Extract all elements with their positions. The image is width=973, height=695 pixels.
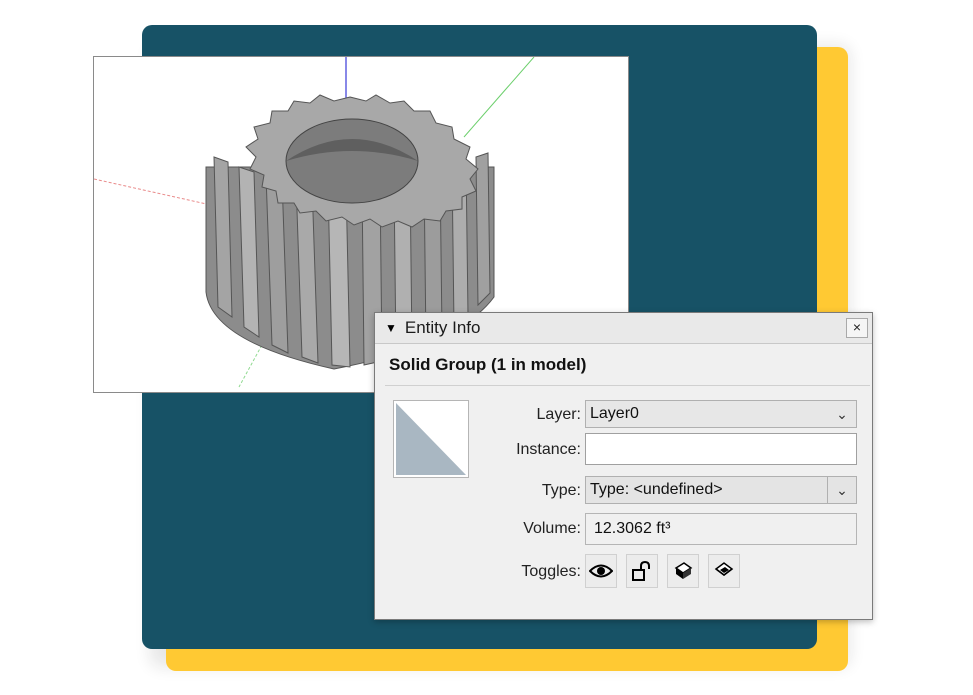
- instance-label: Instance:: [516, 441, 581, 458]
- layer-select[interactable]: Layer0 ⌄: [585, 400, 857, 428]
- unlock-icon: [632, 560, 650, 581]
- panel-title: Entity Info: [404, 318, 481, 337]
- chevron-down-icon: ⌄: [827, 477, 856, 503]
- visibility-toggle[interactable]: [585, 554, 617, 588]
- cast-shadows-icon: [674, 562, 693, 579]
- volume-field: 12.3062 ft³: [585, 513, 857, 545]
- receive-shadows-icon: [714, 562, 734, 576]
- entity-heading: Solid Group (1 in model): [389, 355, 587, 374]
- triangle-down-icon[interactable]: ▼: [385, 321, 397, 335]
- layer-label: Layer:: [536, 406, 581, 423]
- green-axis: [463, 57, 535, 138]
- gear-bore: [285, 118, 419, 204]
- close-icon: ×: [852, 319, 862, 335]
- instance-input[interactable]: [585, 433, 857, 465]
- entity-info-panel: ▼ Entity Info × Solid Group (1 in model)…: [374, 312, 873, 620]
- lock-toggle[interactable]: [626, 554, 658, 588]
- type-label: Type:: [541, 482, 581, 499]
- volume-label: Volume:: [523, 520, 581, 537]
- toggles-label: Toggles:: [521, 563, 581, 580]
- cast-shadows-toggle[interactable]: [667, 554, 699, 588]
- type-select[interactable]: Type: <undefined> ⌄: [585, 476, 857, 504]
- eye-icon: [589, 564, 613, 578]
- section-divider: [385, 385, 870, 386]
- panel-titlebar[interactable]: ▼ Entity Info ×: [375, 313, 872, 344]
- type-value: Type: <undefined>: [590, 481, 723, 498]
- layer-value: Layer0: [590, 405, 639, 422]
- close-button[interactable]: ×: [846, 318, 868, 338]
- receive-shadows-toggle[interactable]: [708, 554, 740, 588]
- chevron-down-icon: ⌄: [836, 406, 848, 422]
